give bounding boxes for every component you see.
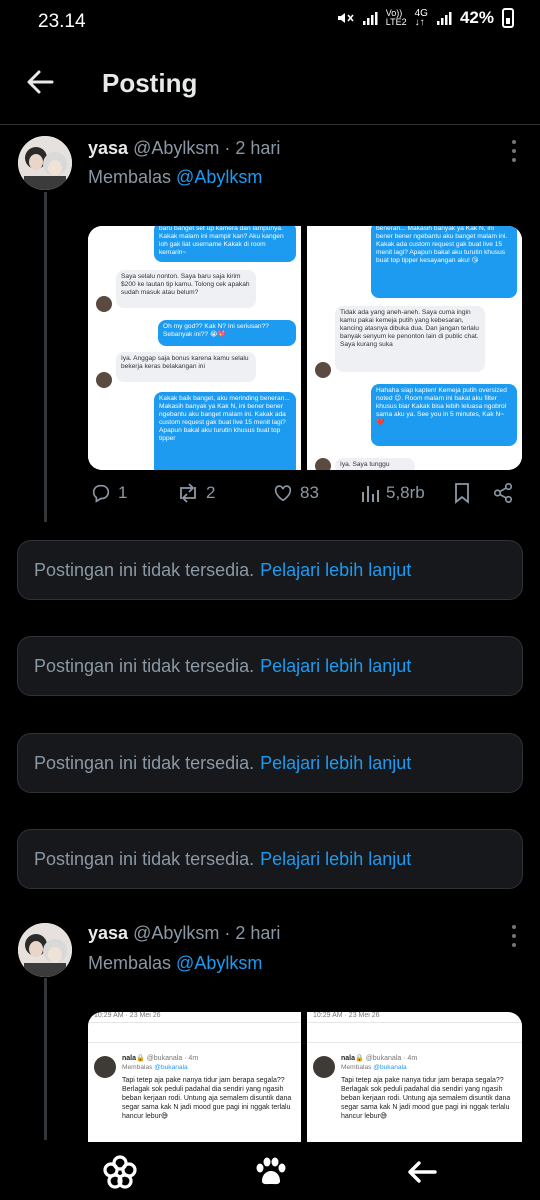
author-handle[interactable]: @Abylksm xyxy=(133,138,219,158)
reply-count: 1 xyxy=(118,483,128,502)
avatar-image xyxy=(18,923,72,977)
learn-more-link[interactable]: Pelajari lebih lanjut xyxy=(260,656,411,677)
tweet-header: yasa @Abylksm · 2 hari xyxy=(88,138,280,159)
avatar[interactable] xyxy=(18,136,72,190)
unavailable-post-notice: Postingan ini tidak tersedia. Pelajari l… xyxy=(17,540,523,600)
avatar[interactable] xyxy=(18,923,72,977)
unavailable-post-notice: Postingan ini tidak tersedia. Pelajari l… xyxy=(17,636,523,696)
arrow-left-icon[interactable] xyxy=(22,64,58,100)
embedded-author: nala🔒 @bukanala · 4m xyxy=(341,1055,418,1062)
reply-context: Membalas @Abylksm xyxy=(88,167,263,187)
embedded-tweet-screenshot[interactable]: 10:29 AM · 23 Mei 26 nala🔒 @bukanala · 4… xyxy=(88,1012,301,1142)
reply-to-link[interactable]: @Abylksm xyxy=(176,953,262,973)
like-button[interactable]: 83 xyxy=(272,482,319,504)
retweet-count: 2 xyxy=(206,483,216,502)
embedded-author: nala🔒 @bukanala · 4m xyxy=(122,1055,199,1062)
divider xyxy=(307,1022,522,1023)
reply-button[interactable]: 1 xyxy=(90,482,127,504)
flower-icon[interactable] xyxy=(100,1154,140,1190)
embedded-reply-context: Membalas @bukanala xyxy=(122,1064,188,1071)
chat-screenshot-right[interactable]: beneran... Makasih banyak ya Kak N, ini … xyxy=(307,226,522,470)
tweet-time: · 2 hari xyxy=(224,138,281,158)
chat-bubble: Tidak ada yang aneh-aneh. Saya cuma ingi… xyxy=(335,306,485,372)
page-title: Posting xyxy=(102,68,198,98)
author-name[interactable]: yasa xyxy=(88,138,128,158)
chat-avatar xyxy=(96,296,112,312)
signal-icon xyxy=(362,12,378,25)
status-time: 23.14 xyxy=(38,11,86,32)
avatar-image xyxy=(18,136,72,190)
network-label: Vo)) LTE2 xyxy=(385,8,407,27)
thread-line xyxy=(44,192,47,522)
chat-bubble: baru banget set up kamera dan lampunya. … xyxy=(154,226,296,262)
divider xyxy=(307,1042,522,1043)
divider xyxy=(88,1042,301,1043)
status-bar: 23.14 Vo)) LTE2 4G ↓↑ 42% xyxy=(0,0,540,44)
embedded-timestamp: 10:29 AM · 23 Mei 26 xyxy=(313,1012,380,1019)
unavailable-post-notice: Postingan ini tidak tersedia. Pelajari l… xyxy=(17,829,523,889)
embedded-avatar xyxy=(94,1056,116,1078)
retweet-icon xyxy=(180,483,196,503)
signal-icon-2 xyxy=(436,12,452,25)
tweet-time: · 2 hari xyxy=(224,923,281,943)
battery-icon xyxy=(502,8,514,28)
embedded-body: Tapi tetep aja pake nanya tidur jam bera… xyxy=(122,1077,292,1120)
nav-back-icon[interactable] xyxy=(402,1154,442,1190)
unavailable-post-notice: Postingan ini tidak tersedia. Pelajari l… xyxy=(17,733,523,793)
divider xyxy=(88,1022,301,1023)
system-nav-bar xyxy=(0,1142,540,1200)
share-icon xyxy=(493,483,513,503)
embedded-body: Tapi tetep aja pake nanya tidur jam bera… xyxy=(341,1077,511,1120)
mute-icon xyxy=(337,13,354,23)
more-vertical-icon[interactable] xyxy=(510,925,518,947)
chat-avatar xyxy=(315,362,331,378)
retweet-button[interactable]: 2 xyxy=(176,482,215,504)
author-handle[interactable]: @Abylksm xyxy=(133,923,219,943)
tweet-media[interactable]: 10:29 AM · 23 Mei 26 nala🔒 @bukanala · 4… xyxy=(88,1012,522,1142)
bookmark-button[interactable] xyxy=(452,482,472,504)
reply-to-link[interactable]: @Abylksm xyxy=(176,167,262,187)
chat-bubble: Oh my god?? Kak N? Ini seriusan?? Sebany… xyxy=(158,320,296,346)
battery-percent: 42% xyxy=(459,8,494,27)
learn-more-link[interactable]: Pelajari lebih lanjut xyxy=(260,753,411,774)
like-count: 83 xyxy=(300,483,319,502)
header-divider xyxy=(0,124,540,125)
paw-icon[interactable] xyxy=(250,1154,290,1190)
chat-bubble: Iya. Anggap saja bonus karena kamu selal… xyxy=(116,352,256,382)
thread-line xyxy=(44,978,47,1140)
embedded-tweet-screenshot[interactable]: 10:29 AM · 23 Mei 26 nala🔒 @bukanala · 4… xyxy=(307,1012,522,1142)
tweet-actions: 1 2 83 5,8rb xyxy=(88,482,522,512)
author-name[interactable]: yasa xyxy=(88,923,128,943)
chat-avatar xyxy=(96,372,112,388)
chat-bubble: beneran... Makasih banyak ya Kak N, ini … xyxy=(371,226,517,298)
tweet-header: yasa @Abylksm · 2 hari xyxy=(88,923,280,944)
views-icon xyxy=(362,486,379,502)
chat-bubble: Hahaha siap kapten! Kemeja putih oversiz… xyxy=(371,384,517,446)
tweet-media[interactable]: baru banget set up kamera dan lampunya. … xyxy=(88,226,522,470)
learn-more-link[interactable]: Pelajari lebih lanjut xyxy=(260,849,411,870)
more-vertical-icon[interactable] xyxy=(510,140,518,162)
reply-icon xyxy=(92,484,110,503)
chat-screenshot-left[interactable]: baru banget set up kamera dan lampunya. … xyxy=(88,226,301,470)
views-count: 5,8rb xyxy=(386,483,425,502)
chat-avatar xyxy=(315,458,331,470)
reply-context: Membalas @Abylksm xyxy=(88,953,263,973)
views-button[interactable]: 5,8rb xyxy=(360,482,425,504)
top-bar: Posting xyxy=(0,48,540,118)
chat-bubble: Iya. Saya tunggu xyxy=(335,458,415,470)
learn-more-link[interactable]: Pelajari lebih lanjut xyxy=(260,560,411,581)
bookmark-icon xyxy=(455,483,469,504)
embedded-timestamp: 10:29 AM · 23 Mei 26 xyxy=(94,1012,161,1019)
embedded-avatar xyxy=(313,1056,335,1078)
data-type: 4G ↓↑ xyxy=(414,8,428,28)
chat-bubble: Saya selalu nonton. Saya baru saja kirim… xyxy=(116,270,256,308)
status-icons: Vo)) LTE2 4G ↓↑ 42% xyxy=(336,8,514,28)
share-button[interactable] xyxy=(492,482,514,504)
chat-bubble: Kakak baik banget, aku merinding beneran… xyxy=(154,392,296,470)
embedded-reply-context: Membalas @bukanala xyxy=(341,1064,407,1071)
heart-icon xyxy=(274,485,292,502)
